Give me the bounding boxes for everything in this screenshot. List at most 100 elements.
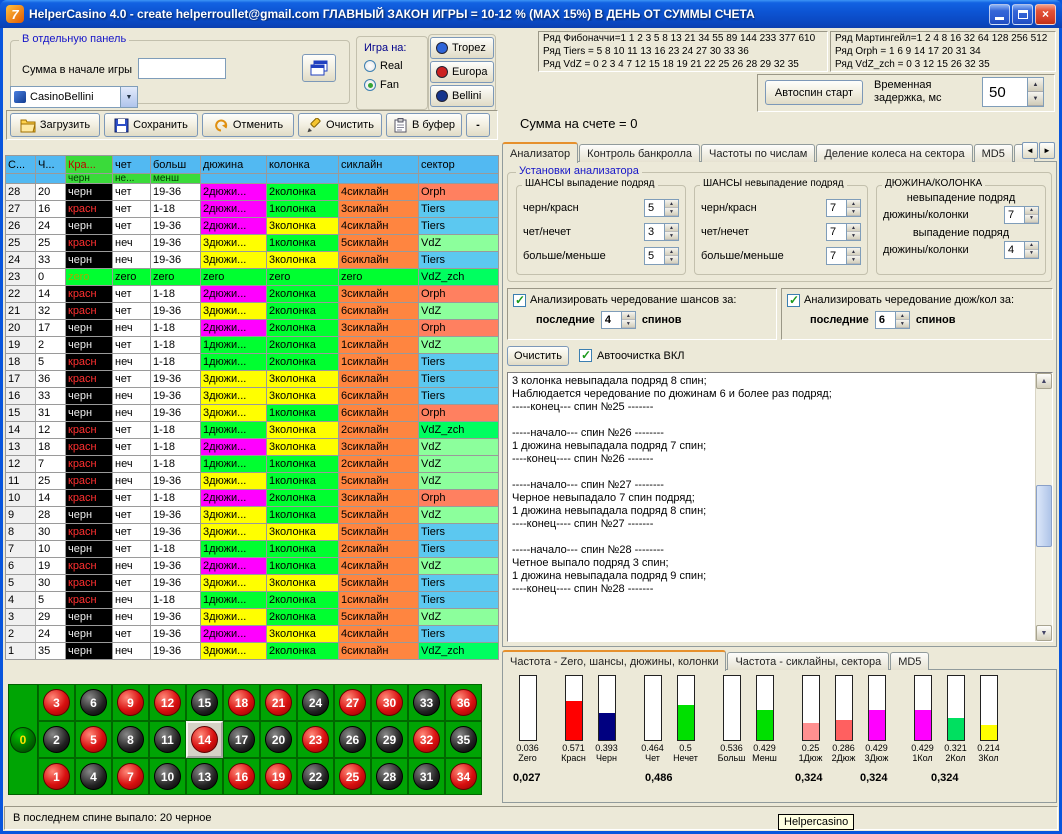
spin-up-icon[interactable]: ▲: [665, 200, 678, 208]
spin-up-icon[interactable]: ▲: [847, 224, 860, 232]
delay-down-icon[interactable]: ▼: [1028, 92, 1043, 106]
board-cell-7[interactable]: 7: [112, 758, 149, 795]
board-cell-24[interactable]: 24: [297, 684, 334, 721]
main-tab-3[interactable]: Частоты по числам: [701, 144, 815, 162]
board-number-33[interactable]: 33: [413, 689, 440, 716]
table-row[interactable]: 2716краснчет1-182дюжи...1колонка3сиклайн…: [6, 201, 499, 218]
spins-table[interactable]: С...Ч...Кра...четбольшдюжинаколонкасикла…: [5, 155, 499, 660]
radio-fan-icon[interactable]: [364, 79, 376, 91]
board-number-6[interactable]: 6: [80, 689, 107, 716]
spin-down-icon[interactable]: ▼: [847, 232, 860, 240]
board-cell-21[interactable]: 21: [260, 684, 297, 721]
board-cell-9[interactable]: 9: [112, 684, 149, 721]
spin-down-icon[interactable]: ▼: [847, 208, 860, 216]
spinner[interactable]: 7▲▼: [826, 247, 861, 265]
spin-up-icon[interactable]: ▲: [847, 200, 860, 208]
table-row[interactable]: 2624чернчет19-362дюжи...3колонка4сиклайн…: [6, 218, 499, 235]
spinner[interactable]: 7▲▼: [1004, 206, 1039, 224]
board-number-2[interactable]: 2: [43, 726, 70, 753]
table-row[interactable]: 329черннеч19-363дюжи...2колонка5сиклайнV…: [6, 609, 499, 626]
start-sum-input[interactable]: [138, 58, 226, 79]
spinner[interactable]: 4▲▼: [1004, 241, 1039, 259]
table-row[interactable]: 230zerozerozerozerozerozeroVdZ_zch: [6, 269, 499, 286]
board-number-30[interactable]: 30: [376, 689, 403, 716]
table-row[interactable]: 2214краснчет1-182дюжи...2колонка3сиклайн…: [6, 286, 499, 303]
table-row[interactable]: 2525красннеч19-363дюжи...1колонка5сиклай…: [6, 235, 499, 252]
board-cell-27[interactable]: 27: [334, 684, 371, 721]
board-number-29[interactable]: 29: [376, 726, 403, 753]
tab-scroll-right-icon[interactable]: ►: [1039, 142, 1055, 159]
spin-down-icon[interactable]: ▼: [1025, 250, 1038, 258]
table-row[interactable]: 1014краснчет1-182дюжи...2колонка3сиклайн…: [6, 490, 499, 507]
board-number-10[interactable]: 10: [154, 763, 181, 790]
board-number-31[interactable]: 31: [413, 763, 440, 790]
combo-dropdown-icon[interactable]: ▼: [120, 87, 137, 107]
casino-select[interactable]: CasinoBellini ▼: [10, 86, 138, 108]
freq-tab-3[interactable]: MD5: [890, 652, 929, 670]
freq-tab-2[interactable]: Частота - сиклайны, сектора: [727, 652, 889, 670]
board-number-22[interactable]: 22: [302, 763, 329, 790]
table-row[interactable]: 619красннеч19-362дюжи...1колонка4сиклайн…: [6, 558, 499, 575]
delay-input[interactable]: 50 ▲▼: [982, 77, 1044, 107]
autoclear-checkbox[interactable]: [579, 349, 592, 362]
board-cell-36[interactable]: 36: [445, 684, 482, 721]
table-row[interactable]: 2433черннеч19-363дюжи...3колонка6сиклайн…: [6, 252, 499, 269]
load-button[interactable]: Загрузить: [10, 113, 100, 137]
spinner[interactable]: 5▲▼: [644, 199, 679, 217]
spin-up-icon[interactable]: ▲: [665, 224, 678, 232]
table-row[interactable]: 1531черннеч19-363дюжи...1колонка6сиклайн…: [6, 405, 499, 422]
board-cell-23[interactable]: 23: [297, 721, 334, 758]
log-scrollbar[interactable]: ▲ ▼: [1035, 373, 1052, 641]
board-number-13[interactable]: 13: [191, 763, 218, 790]
board-cell-30[interactable]: 30: [371, 684, 408, 721]
board-number-20[interactable]: 20: [265, 726, 292, 753]
minimize-button[interactable]: [989, 4, 1010, 25]
spinner[interactable]: 5▲▼: [644, 247, 679, 265]
clear-button[interactable]: Очистить: [298, 113, 382, 137]
radio-fan[interactable]: Fan: [364, 79, 403, 91]
board-number-25[interactable]: 25: [339, 763, 366, 790]
spinner[interactable]: 3▲▼: [644, 223, 679, 241]
board-cell-11[interactable]: 11: [149, 721, 186, 758]
analyze-dozcol-checkbox[interactable]: [787, 294, 800, 307]
board-number-24[interactable]: 24: [302, 689, 329, 716]
board-cell-33[interactable]: 33: [408, 684, 445, 721]
board-cell-32[interactable]: 32: [408, 721, 445, 758]
scroll-down-icon[interactable]: ▼: [1036, 625, 1052, 641]
board-cell-31[interactable]: 31: [408, 758, 445, 795]
tropez-button[interactable]: Tropez: [430, 37, 494, 59]
board-cell-19[interactable]: 19: [260, 758, 297, 795]
table-row[interactable]: 2820чернчет19-362дюжи...2колонка4сиклайн…: [6, 184, 499, 201]
board-cell-12[interactable]: 12: [149, 684, 186, 721]
board-cell-8[interactable]: 8: [112, 721, 149, 758]
board-number-7[interactable]: 7: [117, 763, 144, 790]
board-number-36[interactable]: 36: [450, 689, 477, 716]
spin-down-icon[interactable]: ▼: [622, 320, 635, 328]
board-cell-35[interactable]: 35: [445, 721, 482, 758]
board-cell-25[interactable]: 25: [334, 758, 371, 795]
analysis-log[interactable]: 3 колонка невыпадала подряд 8 спин; Набл…: [507, 372, 1053, 642]
board-cell-28[interactable]: 28: [371, 758, 408, 795]
freq-tab-1[interactable]: Частота - Zero, шансы, дюжины, колонки: [502, 650, 726, 671]
spin-up-icon[interactable]: ▲: [1025, 242, 1038, 250]
board-cell-34[interactable]: 34: [445, 758, 482, 795]
board-number-11[interactable]: 11: [154, 726, 181, 753]
main-tab-2[interactable]: Контроль банкролла: [579, 144, 700, 162]
table-row[interactable]: 1125красннеч19-363дюжи...1колонка5сиклай…: [6, 473, 499, 490]
board-cell-20[interactable]: 20: [260, 721, 297, 758]
board-number-5[interactable]: 5: [80, 726, 107, 753]
board-number-0[interactable]: 0: [10, 727, 36, 753]
board-number-28[interactable]: 28: [376, 763, 403, 790]
board-number-27[interactable]: 27: [339, 689, 366, 716]
spinner[interactable]: 4▲▼: [601, 311, 636, 329]
column-header[interactable]: дюжина: [201, 156, 267, 174]
spinner[interactable]: 7▲▼: [826, 199, 861, 217]
column-header[interactable]: Кра...: [66, 156, 113, 174]
column-header[interactable]: С...: [6, 156, 36, 174]
table-row[interactable]: 710чернчет1-181дюжи...1колонка2сиклайнTi…: [6, 541, 499, 558]
board-cell-16[interactable]: 16: [223, 758, 260, 795]
board-cell-5[interactable]: 5: [75, 721, 112, 758]
main-tab-5[interactable]: MD5: [974, 144, 1013, 162]
column-header[interactable]: колонка: [267, 156, 339, 174]
board-number-21[interactable]: 21: [265, 689, 292, 716]
